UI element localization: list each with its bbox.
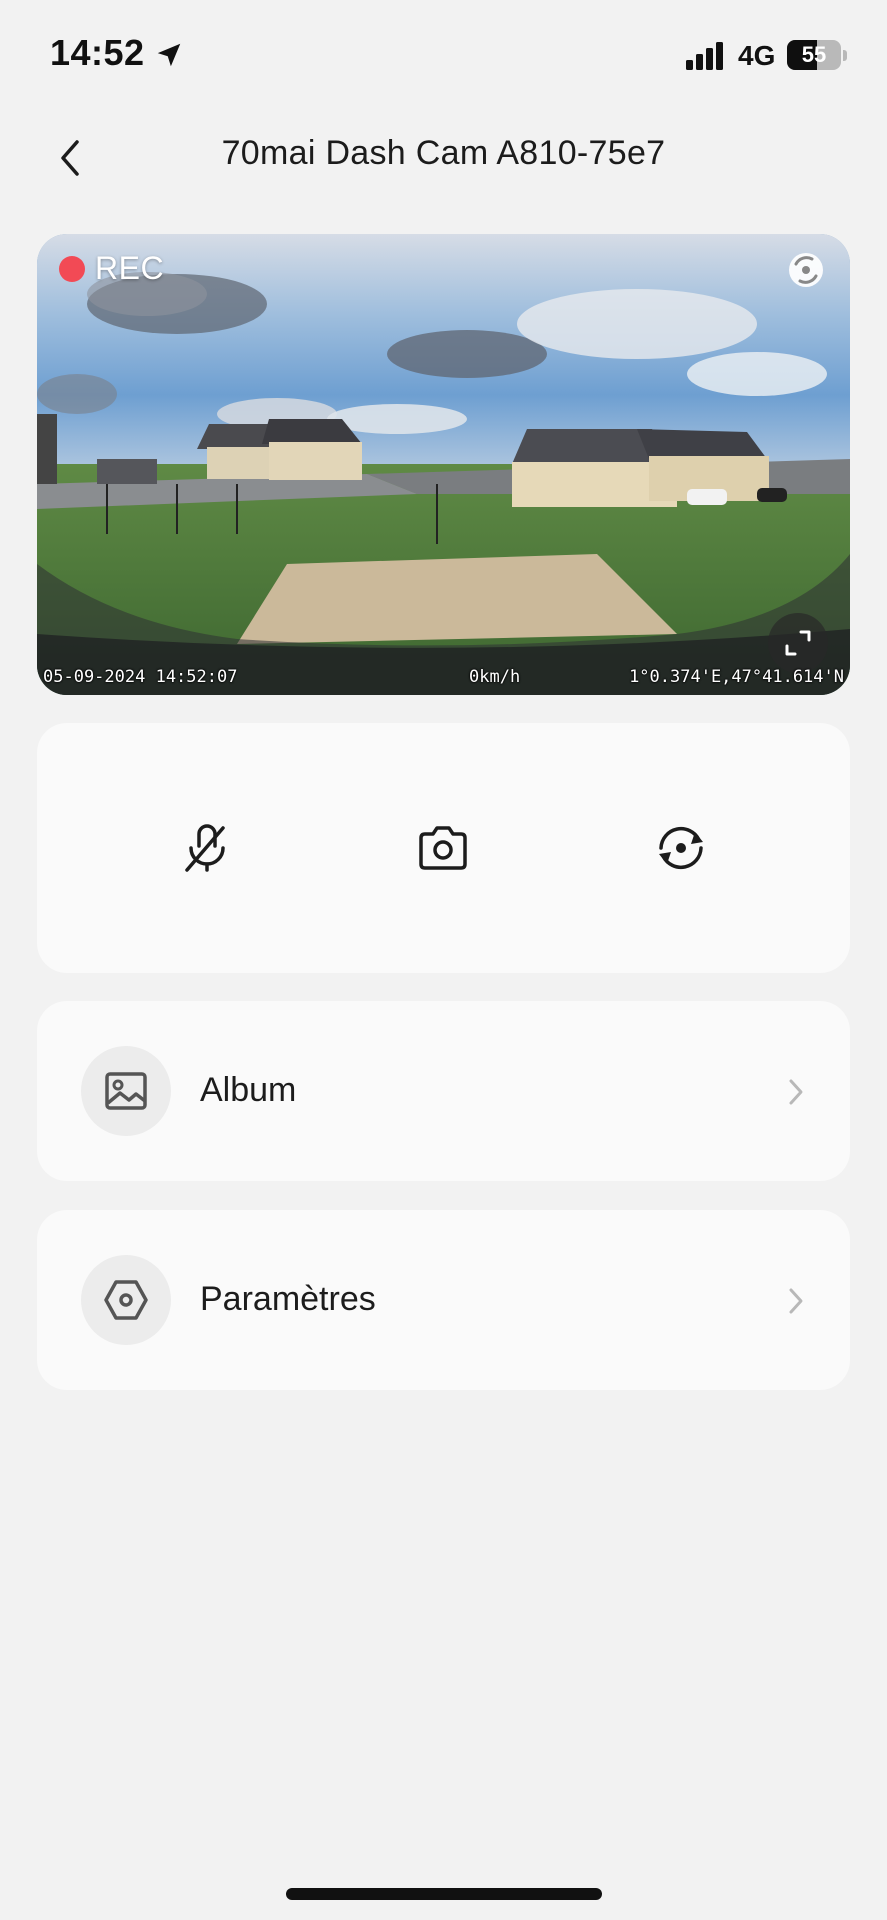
snapshot-button[interactable] (409, 814, 477, 882)
status-bar: 14:52 4G 55 (0, 0, 887, 112)
settings-menu-item[interactable]: Paramètres (37, 1210, 850, 1390)
battery-icon: 55 (787, 40, 841, 70)
chevron-right-icon (789, 1079, 803, 1105)
switch-camera-button[interactable] (647, 814, 715, 882)
status-time: 14:52 (50, 32, 145, 73)
switch-camera-icon (659, 826, 703, 870)
video-overlay-info: 05-09-2024 14:52:07 0km/h 1°0.374'E,47°4… (37, 667, 850, 691)
album-label: Album (200, 1071, 297, 1109)
camera-icon (419, 826, 467, 870)
rec-indicator: REC (59, 250, 164, 287)
battery-cap (843, 50, 847, 61)
expand-icon (785, 630, 811, 656)
album-icon-container (81, 1046, 171, 1136)
settings-icon-container (81, 1255, 171, 1345)
chevron-right-icon (789, 1288, 803, 1314)
microphone-off-icon (185, 824, 225, 872)
gps-signal-icon[interactable] (786, 250, 826, 290)
image-icon (105, 1072, 147, 1110)
album-menu-item[interactable]: Album (37, 1001, 850, 1181)
home-indicator[interactable] (286, 1888, 602, 1900)
controls-card (37, 723, 850, 973)
rec-dot-icon (59, 255, 85, 282)
battery-level: 55 (801, 42, 827, 67)
chevron-left-icon (61, 140, 79, 176)
overlay-datetime: 05-09-2024 14:52:07 (43, 667, 238, 687)
overlay-speed: 0km/h (469, 667, 521, 687)
hexagon-settings-icon (104, 1280, 148, 1320)
rec-label: REC (95, 250, 165, 286)
camera-feed-image (37, 234, 850, 695)
settings-label: Paramètres (200, 1280, 376, 1318)
camera-live-preview[interactable]: REC 05-09-2024 14:52:07 0km/h 1°0.374'E,… (37, 234, 850, 695)
cellular-signal-icon (686, 42, 723, 70)
location-arrow-icon (157, 43, 181, 67)
network-type: 4G (738, 40, 776, 71)
mute-microphone-button[interactable] (173, 814, 241, 882)
overlay-coordinates: 1°0.374'E,47°41.614'N (629, 667, 844, 687)
page-title: 70mai Dash Cam A810-75e7 (221, 134, 666, 172)
back-button[interactable] (40, 128, 100, 188)
fullscreen-button[interactable] (768, 613, 828, 673)
